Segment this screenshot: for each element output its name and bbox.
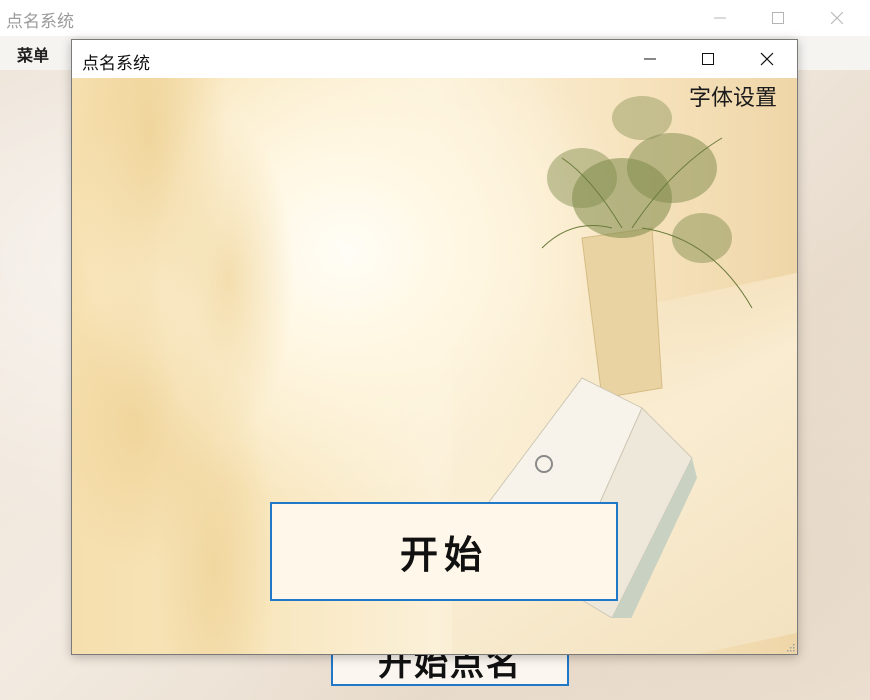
menu-item[interactable]: 菜单 [17, 42, 49, 66]
minimize-icon [714, 17, 726, 19]
dialog-close-button[interactable] [738, 40, 796, 78]
close-icon [760, 52, 774, 66]
main-close-button[interactable] [808, 0, 866, 36]
roll-call-dialog: 点名系统 字体设置 开始 [71, 39, 798, 655]
maximize-icon [772, 12, 784, 24]
dialog-background-image: 字体设置 开始 [72, 78, 797, 654]
dialog-minimize-button[interactable] [621, 40, 679, 78]
resize-grip-icon[interactable] [785, 642, 795, 652]
start-button[interactable]: 开始 [270, 502, 618, 601]
main-window-title: 点名系统 [6, 12, 74, 32]
dialog-title-bar: 点名系统 [72, 40, 797, 78]
main-title-bar: 点名系统 [0, 0, 870, 37]
maximize-icon [702, 53, 714, 65]
font-settings-link[interactable]: 字体设置 [689, 80, 777, 112]
main-minimize-button[interactable] [691, 0, 749, 36]
start-button-label: 开始 [399, 533, 488, 577]
dialog-title: 点名系统 [82, 54, 150, 74]
minimize-icon [644, 58, 656, 60]
close-icon [831, 12, 843, 24]
dialog-maximize-button[interactable] [679, 40, 737, 78]
main-maximize-button[interactable] [749, 0, 807, 36]
